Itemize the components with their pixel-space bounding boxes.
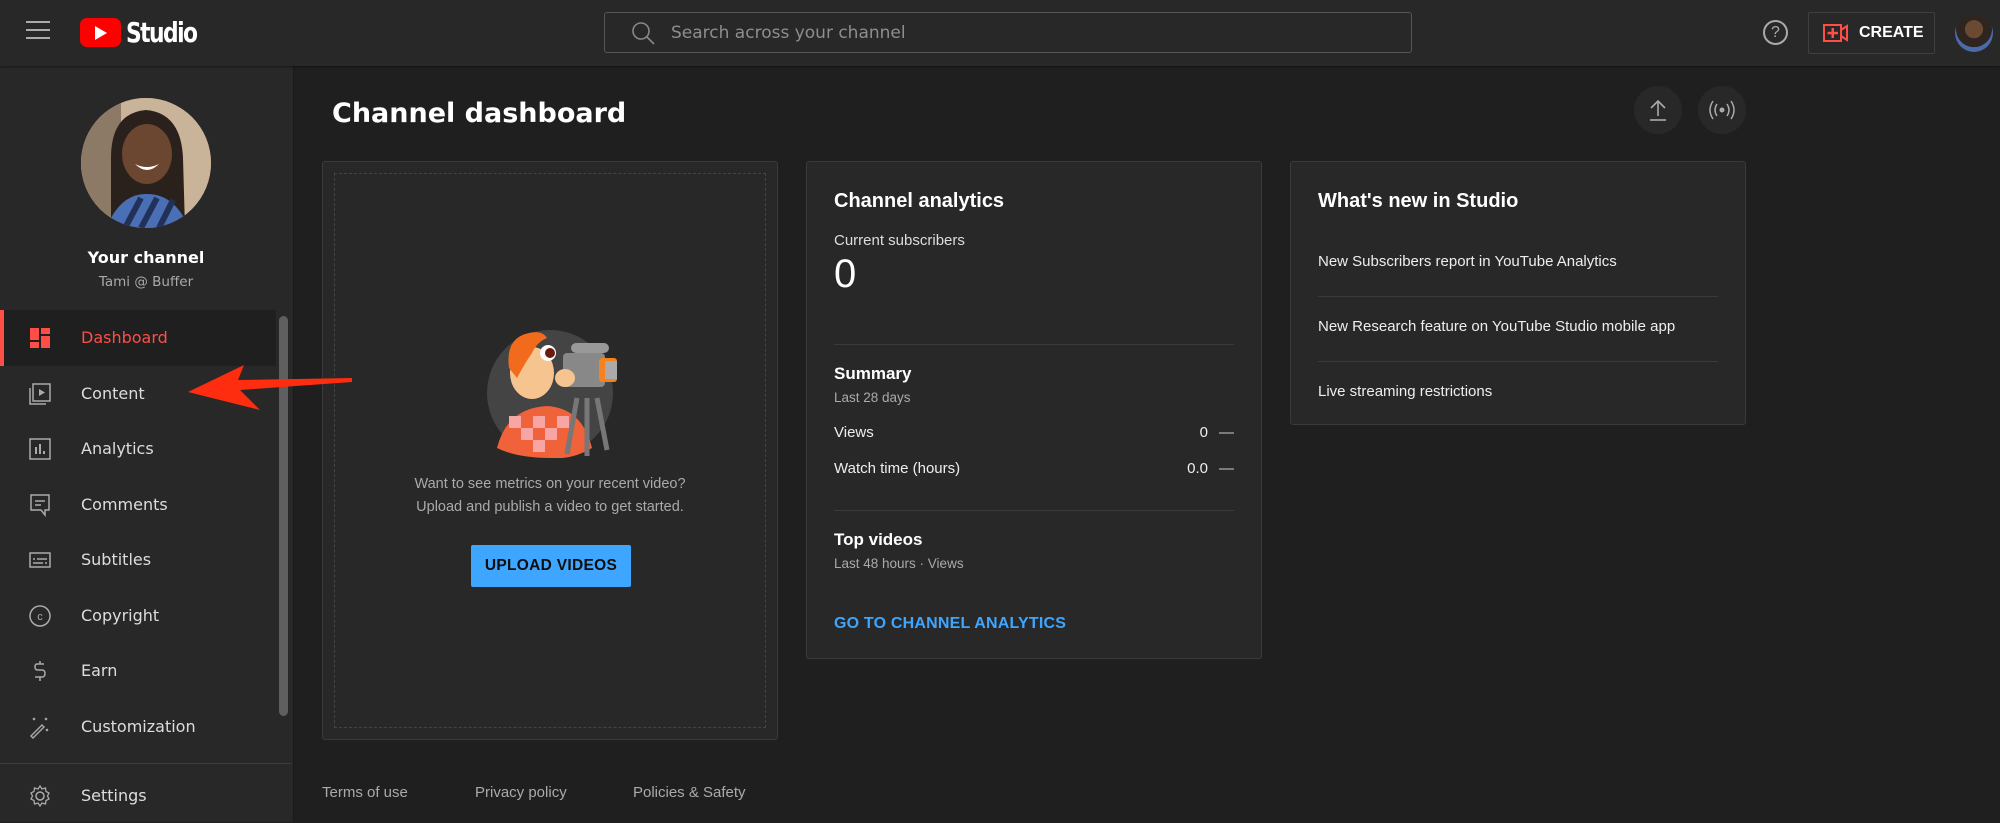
content-icon xyxy=(29,382,51,405)
metric-delta: — xyxy=(1219,460,1234,477)
metric-value: 0 xyxy=(1199,424,1208,441)
sidebar-item-label: Copyright xyxy=(81,605,160,625)
sidebar-item-dashboard[interactable]: Dashboard xyxy=(0,310,276,366)
go-live-button[interactable] xyxy=(1698,86,1746,134)
sidebar-item-label: Earn xyxy=(81,661,118,681)
metric-row-views: Views 0 — xyxy=(834,424,1234,441)
channel-name: Tami @ Buffer xyxy=(98,274,194,290)
menu-icon[interactable] xyxy=(26,21,50,41)
sidebar-item-copyright[interactable]: c Copyright xyxy=(0,588,276,644)
create-video-icon xyxy=(1823,24,1848,42)
sidebar-item-subtitles[interactable]: Subtitles xyxy=(0,532,276,588)
metric-value: 0.0 xyxy=(1187,460,1208,477)
search-icon xyxy=(632,21,655,45)
summary-period: Last 28 days xyxy=(834,390,911,405)
sidebar-scrollbar[interactable] xyxy=(279,316,288,716)
sidebar-item-content[interactable]: Content xyxy=(0,366,276,422)
youtube-play-icon xyxy=(80,18,121,47)
sidebar-item-comments[interactable]: Comments xyxy=(0,477,276,533)
account-avatar[interactable] xyxy=(1955,14,1993,52)
sidebar-item-label: Subtitles xyxy=(81,550,152,570)
create-label: CREATE xyxy=(1859,24,1924,41)
news-item[interactable]: Live streaming restrictions xyxy=(1318,383,1718,400)
sidebar-item-label: Content xyxy=(81,383,145,403)
whats-new-card: What's new in Studio New Subscribers rep… xyxy=(1290,161,1746,425)
sidebar-item-label: Comments xyxy=(81,494,168,514)
sidebar-item-label: Settings xyxy=(81,786,147,805)
channel-analytics-card: Channel analytics Current subscribers 0 … xyxy=(806,161,1262,659)
sidebar-divider xyxy=(0,763,292,764)
upload-videos-button[interactable]: UPLOAD VIDEOS xyxy=(471,545,631,587)
live-broadcast-icon xyxy=(1709,100,1735,120)
sidebar-item-label: Dashboard xyxy=(81,328,168,348)
upload-prompt-line1: Want to see metrics on your recent video… xyxy=(414,476,686,492)
divider xyxy=(834,344,1234,345)
whats-new-title: What's new in Studio xyxy=(1318,190,1519,212)
create-button[interactable]: CREATE xyxy=(1808,12,1935,54)
sidebar: Your channel Tami @ Buffer Dashboard Con… xyxy=(0,66,294,822)
subscribers-label: Current subscribers xyxy=(834,232,965,249)
videographer-illustration xyxy=(487,330,617,458)
sidebar-nav: Dashboard Content Analytics Comments Sub… xyxy=(0,310,276,754)
studio-logo[interactable]: Studio xyxy=(80,16,216,49)
sidebar-item-analytics[interactable]: Analytics xyxy=(0,421,276,477)
gear-icon xyxy=(30,784,50,808)
divider xyxy=(1318,296,1718,297)
page-title: Channel dashboard xyxy=(332,98,627,129)
metric-delta: — xyxy=(1219,424,1234,441)
app-name: Studio xyxy=(126,16,198,49)
svg-text:c: c xyxy=(37,611,43,623)
summary-title: Summary xyxy=(834,364,912,383)
channel-avatar[interactable] xyxy=(81,98,211,228)
customization-icon xyxy=(30,717,49,739)
top-bar: Studio ? CREATE xyxy=(0,0,2000,66)
sidebar-item-customization[interactable]: Customization xyxy=(0,699,276,755)
go-to-channel-analytics-link[interactable]: GO TO CHANNEL ANALYTICS xyxy=(834,615,1066,633)
terms-of-use-link[interactable]: Terms of use xyxy=(322,784,408,801)
news-item[interactable]: New Research feature on YouTube Studio m… xyxy=(1318,318,1718,335)
help-icon[interactable]: ? xyxy=(1763,20,1788,45)
search-input[interactable] xyxy=(671,22,1371,43)
analytics-icon xyxy=(29,438,51,460)
sidebar-item-label: Customization xyxy=(81,716,196,736)
upload-prompt-line2: Upload and publish a video to get starte… xyxy=(416,499,684,515)
channel-title: Your channel xyxy=(87,248,205,267)
dashboard-icon xyxy=(30,328,50,348)
divider xyxy=(834,510,1234,511)
metric-row-watch-time: Watch time (hours) 0.0 — xyxy=(834,460,1234,477)
privacy-policy-link[interactable]: Privacy policy xyxy=(475,784,567,801)
subscribers-count: 0 xyxy=(834,252,857,296)
metric-label: Watch time (hours) xyxy=(834,460,961,477)
search-box[interactable] xyxy=(604,12,1412,53)
sidebar-item-settings[interactable]: Settings xyxy=(0,768,276,823)
top-videos-title: Top videos xyxy=(834,530,923,549)
analytics-card-title: Channel analytics xyxy=(834,190,1005,212)
earn-icon xyxy=(34,661,46,681)
comments-icon xyxy=(30,493,50,517)
upload-card: Want to see metrics on your recent video… xyxy=(322,161,778,740)
top-videos-period: Last 48 hours · Views xyxy=(834,556,964,571)
divider xyxy=(1318,361,1718,362)
subtitles-icon xyxy=(29,552,51,568)
upload-icon xyxy=(1650,99,1666,121)
channel-avatar-photo xyxy=(81,98,211,228)
sidebar-item-earn[interactable]: Earn xyxy=(0,643,276,699)
policies-safety-link[interactable]: Policies & Safety xyxy=(633,784,746,801)
sidebar-item-label: Analytics xyxy=(81,439,154,459)
copyright-icon: c xyxy=(29,604,51,627)
metric-label: Views xyxy=(834,424,874,441)
upload-button[interactable] xyxy=(1634,86,1682,134)
news-item[interactable]: New Subscribers report in YouTube Analyt… xyxy=(1318,253,1718,270)
